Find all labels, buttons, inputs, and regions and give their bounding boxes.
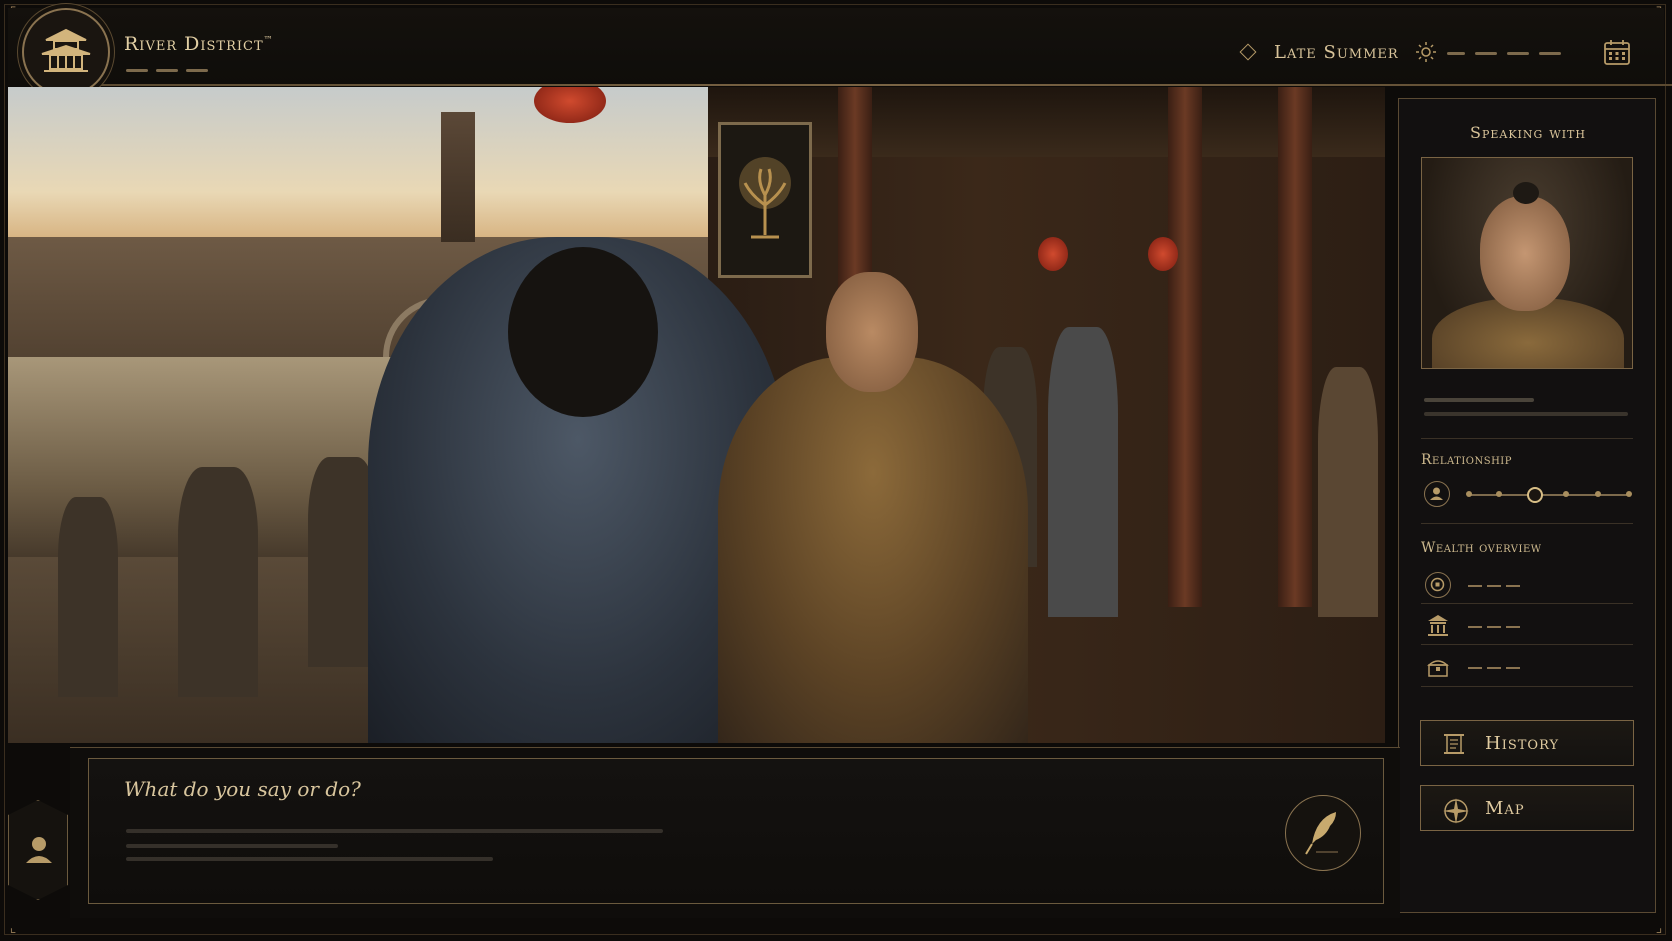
placeholder-dash [126, 69, 148, 72]
history-button[interactable]: History [1420, 720, 1634, 766]
panel-divider [1421, 603, 1633, 604]
placeholder-dash [1447, 52, 1465, 55]
player-character-head [508, 247, 658, 417]
scene-pillar [1168, 87, 1202, 607]
location-title-text: River District [124, 33, 264, 55]
relationship-level-marker [1527, 487, 1543, 503]
compass-icon [1441, 796, 1471, 830]
relationship-tick [1595, 491, 1601, 497]
panel-divider [1421, 644, 1633, 645]
player-avatar-tab[interactable] [8, 800, 68, 900]
wealth-goods-value-placeholder [1468, 667, 1520, 669]
panel-divider [1421, 686, 1633, 687]
scene-lantern [1038, 237, 1068, 271]
scene-tree-banner [718, 122, 812, 278]
building-icon [1425, 612, 1451, 642]
merchant-npc-head [826, 272, 918, 392]
person-icon [1424, 481, 1450, 507]
wealth-overview-label: Wealth overview [1421, 540, 1542, 556]
panel-divider [1421, 438, 1633, 439]
map-button-label: Map [1485, 797, 1525, 819]
scene-pagoda [441, 112, 475, 242]
scene-villager [1318, 367, 1378, 617]
wealth-coin-value-placeholder [1468, 585, 1520, 587]
person-icon [26, 837, 52, 863]
coin-icon [1425, 572, 1451, 598]
relationship-slider-track [1469, 494, 1629, 496]
scene-villager [1048, 327, 1118, 617]
merchant-npc[interactable] [718, 357, 1028, 743]
dialogue-prompt: What do you say or do? [124, 777, 361, 801]
quill-icon [1305, 812, 1338, 855]
header-divider [100, 84, 1672, 86]
npc-portrait [1421, 157, 1633, 369]
scene-dock-worker [58, 497, 118, 697]
panel-divider [1421, 523, 1633, 524]
location-subtitle-placeholder [126, 69, 208, 72]
trademark-mark: ™ [263, 35, 274, 46]
scene-sky [8, 87, 768, 237]
corner-ornament-icon: ⌞ [9, 920, 17, 936]
location-title: River District™ [124, 33, 274, 55]
chest-icon [1425, 654, 1451, 684]
placeholder-dash [1539, 52, 1561, 55]
dialogue-text-line [126, 829, 663, 833]
scene-viewport[interactable] [8, 87, 1385, 743]
relationship-tick [1563, 491, 1569, 497]
map-button[interactable]: Map [1420, 785, 1634, 831]
submit-quill-button[interactable] [1285, 795, 1361, 871]
npc-title-placeholder [1424, 412, 1628, 416]
placeholder-dash [1475, 52, 1497, 55]
npc-name-placeholder [1424, 398, 1534, 402]
history-button-label: History [1485, 732, 1560, 754]
time-placeholder [1447, 52, 1561, 55]
portrait-hair-bun [1513, 182, 1539, 204]
speaking-with-heading: Speaking with [1470, 123, 1586, 142]
dialogue-text-line [126, 844, 338, 848]
corner-ornament-icon: ⌟ [1655, 920, 1663, 936]
season-label: Late Summer [1274, 42, 1399, 63]
dialogue-text-line [126, 857, 493, 861]
scene-pillar [1278, 87, 1312, 607]
pagoda-emblem-icon-svg [41, 28, 91, 72]
relationship-tick [1496, 491, 1502, 497]
scroll-icon [1441, 731, 1467, 761]
relationship-tick [1466, 491, 1472, 497]
portrait-face [1480, 196, 1570, 311]
placeholder-dash [1507, 52, 1529, 55]
wealth-property-value-placeholder [1468, 626, 1520, 628]
pagoda-emblem-icon [22, 8, 110, 96]
scene-dock-worker [178, 467, 258, 697]
sun-icon [1415, 41, 1437, 67]
placeholder-dash [156, 69, 178, 72]
placeholder-dash [186, 69, 208, 72]
relationship-label: Relationship [1421, 452, 1512, 468]
scene-lantern [1148, 237, 1178, 271]
calendar-icon[interactable] [1602, 37, 1632, 71]
relationship-tick [1626, 491, 1632, 497]
